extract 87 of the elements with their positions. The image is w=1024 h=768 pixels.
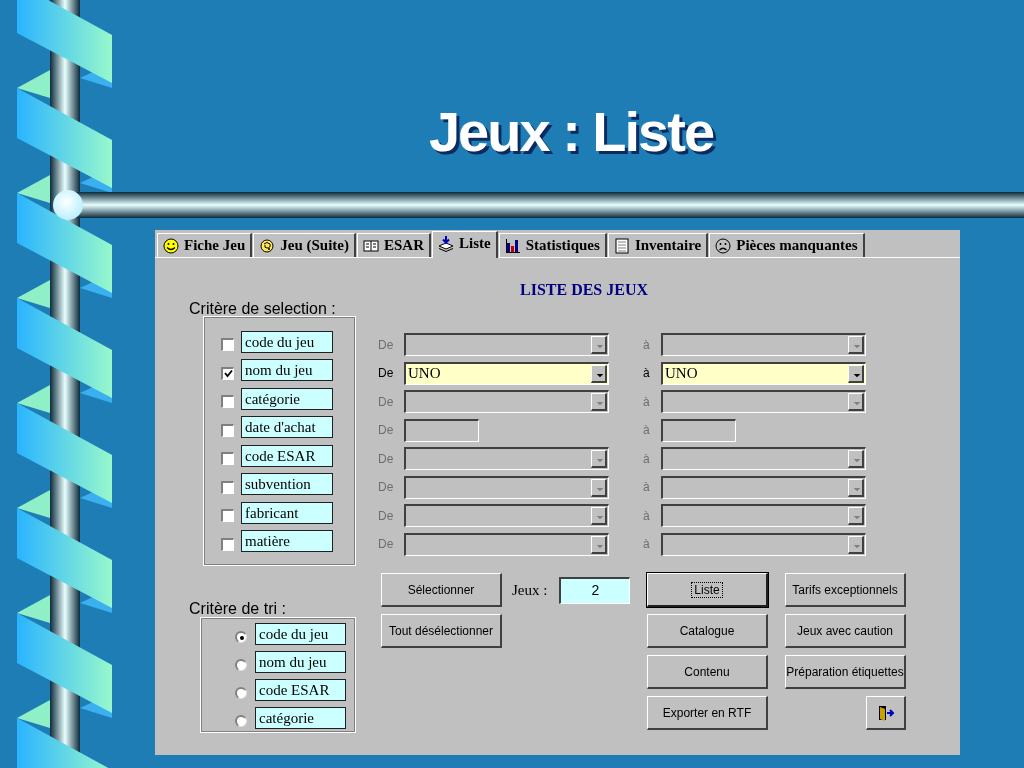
sad-face-icon — [715, 237, 732, 254]
criterion-label: matière — [241, 530, 333, 552]
group-title: Critère de tri : — [189, 600, 286, 617]
dropdown-field[interactable] — [661, 532, 866, 556]
dropdown-field[interactable] — [661, 475, 866, 499]
door-arrow-icon — [876, 703, 895, 722]
count-label: Jeux : — [512, 581, 548, 599]
option-label: catégorie — [255, 707, 346, 729]
criterion-label: catégorie — [241, 387, 333, 410]
radio-button[interactable] — [235, 687, 247, 699]
swirl-face-icon — [259, 237, 276, 254]
dropdown-field[interactable] — [661, 447, 866, 470]
group-title: Critère de selection : — [189, 300, 336, 317]
dropdown-field[interactable] — [661, 333, 866, 356]
range-label: De — [378, 537, 395, 551]
criterion-label: nom du jeu — [241, 359, 333, 381]
criterion-label: code du jeu — [241, 330, 333, 353]
action-button[interactable]: Préparation étiquettes — [785, 655, 906, 689]
dropdown-field[interactable] — [404, 475, 609, 499]
tab[interactable]: Jeu (Suite) — [253, 233, 356, 257]
radio-button[interactable] — [235, 659, 247, 671]
checkbox[interactable] — [221, 509, 234, 522]
tab[interactable]: Liste — [432, 231, 498, 258]
form-heading: LISTE DES JEUX — [520, 280, 649, 300]
checkbox[interactable] — [221, 452, 234, 465]
tab[interactable]: Pièces manquantes — [709, 233, 865, 257]
range-label: De — [378, 423, 395, 437]
tab[interactable]: ESAR — [357, 233, 431, 257]
radio-button[interactable] — [235, 631, 247, 643]
book-icon — [363, 237, 379, 254]
option-label: code ESAR — [255, 679, 346, 701]
action-button[interactable]: Tout désélectionner — [381, 614, 502, 648]
dropdown-field[interactable] — [661, 390, 866, 413]
action-button[interactable]: Tarifs exceptionnels — [785, 573, 906, 607]
input-field[interactable] — [404, 418, 479, 442]
range-label: à — [643, 366, 651, 380]
range-label: à — [643, 451, 651, 466]
range-label: De — [378, 394, 395, 409]
dropdown-field[interactable] — [404, 390, 609, 413]
range-label: à — [643, 394, 651, 409]
range-label: De — [378, 480, 395, 494]
radio-button[interactable] — [235, 715, 247, 727]
option-label: code du jeu — [255, 623, 346, 645]
range-label: De — [378, 451, 395, 466]
checkbox[interactable] — [221, 480, 234, 494]
range-label: à — [643, 423, 651, 437]
checkbox[interactable] — [221, 423, 234, 437]
criterion-label: code ESAR — [241, 444, 333, 467]
stack-icon — [438, 235, 454, 252]
range-label: De — [378, 508, 395, 523]
tab[interactable]: Fiche Jeu — [157, 233, 253, 257]
criterion-label: subvention — [241, 473, 333, 495]
input-field[interactable] — [661, 418, 736, 442]
checkbox[interactable] — [221, 366, 234, 380]
criterion-label: fabricant — [241, 501, 333, 524]
range-label: à — [643, 337, 651, 352]
smiley-icon — [163, 237, 179, 254]
checkbox[interactable] — [221, 395, 234, 408]
dropdown-field[interactable]: UNO — [404, 361, 609, 385]
action-button[interactable]: Contenu — [647, 655, 768, 689]
action-button[interactable]: Exporter en RTF — [647, 696, 768, 730]
dropdown-field[interactable] — [661, 504, 866, 527]
action-button[interactable]: Catalogue — [647, 614, 768, 648]
dropdown-field[interactable] — [404, 532, 609, 556]
document-icon — [613, 237, 630, 254]
action-button[interactable]: Liste — [647, 573, 768, 607]
tab[interactable]: Inventaire — [607, 233, 709, 257]
exit-button[interactable] — [866, 696, 906, 730]
range-label: De — [378, 366, 395, 380]
range-label: à — [643, 480, 651, 494]
bar-chart-icon — [504, 237, 521, 254]
checkbox[interactable] — [221, 537, 234, 551]
dropdown-field[interactable] — [404, 333, 609, 356]
dropdown-field[interactable]: UNO — [661, 361, 866, 385]
action-button[interactable]: Sélectionner — [381, 573, 502, 607]
count-field: 2 — [559, 576, 631, 604]
range-label: à — [643, 508, 651, 523]
range-label: De — [378, 337, 395, 352]
checkbox[interactable] — [221, 338, 234, 351]
range-label: à — [643, 537, 651, 551]
option-label: nom du jeu — [255, 651, 346, 673]
tab[interactable]: Statistiques — [498, 233, 607, 257]
dropdown-field[interactable] — [404, 447, 609, 470]
dropdown-field[interactable] — [404, 504, 609, 527]
slide-title: Jeux : Liste — [428, 100, 714, 164]
action-button[interactable]: Jeux avec caution — [785, 614, 906, 648]
criterion-label: date d'achat — [241, 416, 333, 438]
